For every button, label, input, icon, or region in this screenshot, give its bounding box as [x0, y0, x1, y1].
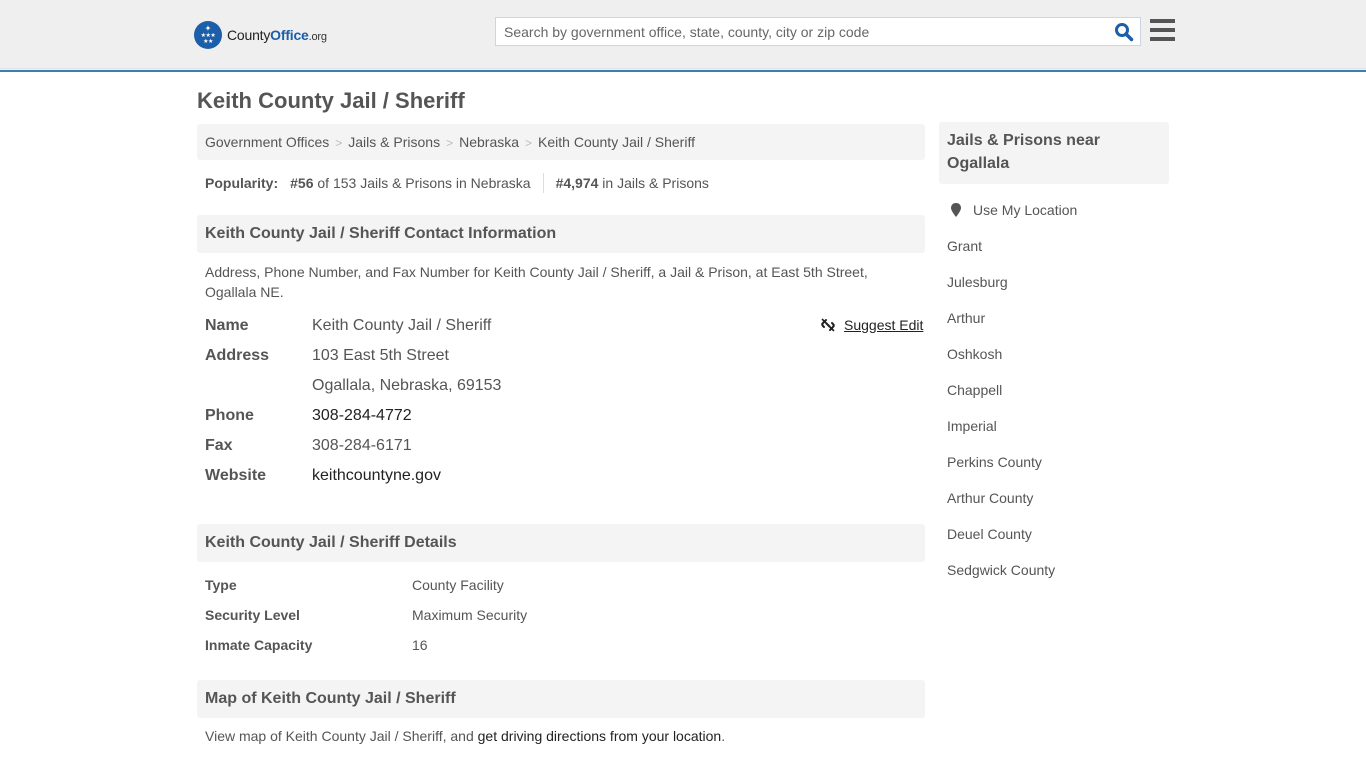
chevron-right-icon: >: [525, 136, 533, 150]
breadcrumb-item-government-offices[interactable]: Government Offices: [205, 134, 329, 150]
name-label: Name: [205, 317, 249, 334]
suggest-edit-label: Suggest Edit: [844, 317, 924, 333]
name-value: Keith County Jail / Sheriff: [312, 317, 492, 334]
page-title: Keith County Jail / Sheriff: [197, 88, 465, 113]
sidebar-link[interactable]: Julesburg: [947, 274, 1008, 290]
site-logo-link[interactable]: ✦ ★★★ ★★ CountyOffice.org: [194, 21, 327, 49]
use-my-location[interactable]: Use My Location: [947, 200, 1077, 220]
hamburger-menu-icon[interactable]: [1150, 19, 1175, 41]
address-line1: 103 East 5th Street: [312, 347, 449, 364]
contact-description: Address, Phone Number, and Fax Number fo…: [205, 264, 868, 300]
national-rank-text: in Jails & Prisons: [598, 175, 709, 191]
sidebar-item-arthur[interactable]: Arthur: [947, 308, 985, 328]
sidebar-item-arthur-county[interactable]: Arthur County: [947, 488, 1033, 508]
fax-value: 308-284-6171: [312, 437, 412, 454]
sidebar-link[interactable]: Deuel County: [947, 526, 1032, 542]
search-box: [495, 17, 1141, 46]
website-label: Website: [205, 467, 267, 484]
chevron-right-icon: >: [446, 136, 454, 150]
sidebar-item-grant[interactable]: Grant: [947, 236, 982, 256]
eagle-stars-badge-icon: ✦ ★★★ ★★: [194, 21, 222, 49]
details-value: Maximum Security: [412, 607, 528, 623]
sidebar-link[interactable]: Arthur: [947, 310, 985, 326]
sidebar-link[interactable]: Sedgwick County: [947, 562, 1055, 578]
sidebar-item-deuel-county[interactable]: Deuel County: [947, 524, 1032, 544]
popularity-label: Popularity:: [205, 175, 279, 191]
details-value: County Facility: [412, 577, 504, 593]
sidebar-link[interactable]: Chappell: [947, 382, 1002, 398]
search-button[interactable]: [1114, 22, 1134, 42]
fax-label: Fax: [205, 437, 233, 454]
address-line2: Ogallala, Nebraska, 69153: [312, 377, 502, 394]
broken-link-icon: [821, 318, 835, 332]
suggest-edit-link[interactable]: Suggest Edit: [820, 317, 923, 333]
phone-link[interactable]: 308-284-4772: [312, 407, 412, 424]
sidebar-link[interactable]: Arthur County: [947, 490, 1033, 506]
sidebar-link[interactable]: Grant: [947, 238, 982, 254]
map-text: View map of Keith County Jail / Sheriff,…: [205, 728, 478, 744]
details-label: Security Level: [205, 607, 300, 623]
state-rank-text: of 153 Jails & Prisons in Nebraska: [313, 175, 531, 191]
map-pin-icon: [951, 203, 961, 217]
sidebar-item-julesburg[interactable]: Julesburg: [947, 272, 1008, 292]
search-input[interactable]: [496, 18, 1106, 45]
sidebar-item-perkins-county[interactable]: Perkins County: [947, 452, 1042, 472]
details-label: Inmate Capacity: [205, 637, 313, 653]
details-section-heading: Keith County Jail / Sheriff Details: [197, 524, 925, 562]
logo-text: CountyOffice.org: [227, 27, 327, 43]
sidebar-item-chappell[interactable]: Chappell: [947, 380, 1002, 400]
sidebar-link[interactable]: Imperial: [947, 418, 997, 434]
phone-label: Phone: [205, 407, 254, 424]
divider: [542, 173, 544, 193]
sidebar-heading: Jails & Prisons near Ogallala: [939, 122, 1169, 184]
search-icon: [1115, 23, 1134, 42]
breadcrumb: Government Offices > Jails & Prisons > Nebra…: [197, 124, 925, 160]
driving-directions-link[interactable]: get driving directions from your locatio…: [478, 728, 722, 744]
details-label: Type: [205, 577, 237, 593]
website-link[interactable]: keithcountyne.gov: [312, 467, 441, 484]
sidebar-item-oshkosh[interactable]: Oshkosh: [947, 344, 1002, 364]
breadcrumb-item-current[interactable]: Keith County Jail / Sheriff: [538, 134, 695, 150]
sidebar-item-sedgwick-county[interactable]: Sedgwick County: [947, 560, 1055, 580]
details-value: 16: [412, 637, 428, 653]
map-description: View map of Keith County Jail / Sheriff,…: [205, 728, 725, 744]
national-rank: #4,974: [555, 175, 599, 191]
state-rank: #56: [290, 175, 314, 191]
site-header: ✦ ★★★ ★★ CountyOffice.org: [0, 0, 1366, 72]
sidebar-link[interactable]: Perkins County: [947, 454, 1042, 470]
map-section-heading: Map of Keith County Jail / Sheriff: [197, 680, 925, 718]
use-my-location-link[interactable]: Use My Location: [973, 200, 1077, 220]
address-label: Address: [205, 347, 270, 364]
breadcrumb-item-nebraska[interactable]: Nebraska: [459, 134, 519, 150]
breadcrumb-item-jails-prisons[interactable]: Jails & Prisons: [348, 134, 440, 150]
chevron-right-icon: >: [335, 136, 343, 150]
map-text-end: .: [721, 728, 726, 744]
sidebar-link[interactable]: Oshkosh: [947, 346, 1002, 362]
sidebar-item-imperial[interactable]: Imperial: [947, 416, 997, 436]
contact-section-heading: Keith County Jail / Sheriff Contact Info…: [197, 215, 925, 253]
popularity-bar: Popularity: #56 of 153 Jails & Prisons i…: [205, 173, 709, 193]
